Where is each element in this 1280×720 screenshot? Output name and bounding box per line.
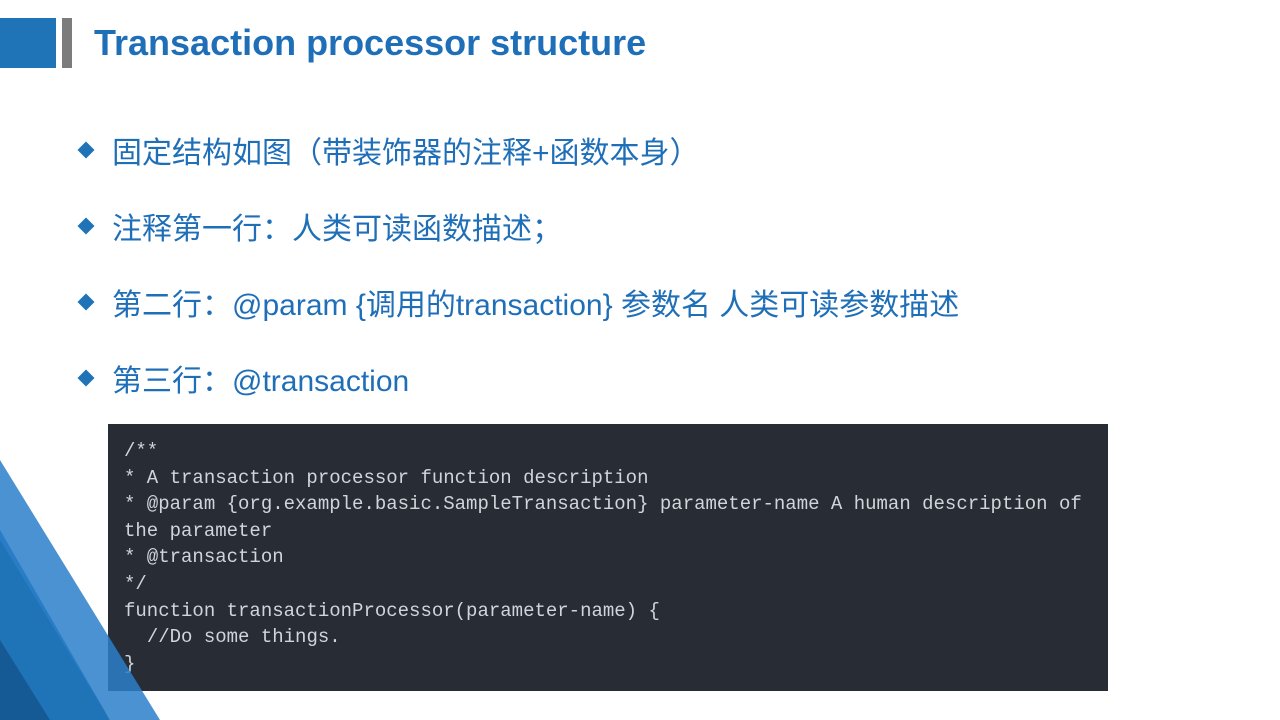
title-accent-block <box>0 18 56 68</box>
bullet-text: 第二行：@param {调用的transaction} 参数名 人类可读参数描述 <box>112 280 959 324</box>
bullet-list: 固定结构如图（带装饰器的注释+函数本身） 注释第一行：人类可读函数描述； 第二行… <box>80 128 1200 432</box>
list-item: 固定结构如图（带装饰器的注释+函数本身） <box>80 128 1200 172</box>
title-accent-bar <box>62 18 72 68</box>
bullet-text: 固定结构如图（带装饰器的注释+函数本身） <box>112 128 700 172</box>
bullet-text: 注释第一行：人类可读函数描述； <box>112 204 562 248</box>
bullet-diamond-icon <box>78 142 95 159</box>
slide-title: Transaction processor structure <box>94 22 646 64</box>
list-item: 第三行：@transaction <box>80 356 1200 400</box>
bullet-diamond-icon <box>78 218 95 235</box>
list-item: 第二行：@param {调用的transaction} 参数名 人类可读参数描述 <box>80 280 1200 324</box>
slide-header: Transaction processor structure <box>0 18 646 68</box>
code-example: /** * A transaction processor function d… <box>108 424 1108 691</box>
list-item: 注释第一行：人类可读函数描述； <box>80 204 1200 248</box>
bullet-diamond-icon <box>78 370 95 387</box>
bullet-diamond-icon <box>78 294 95 311</box>
bullet-text: 第三行：@transaction <box>112 356 409 400</box>
